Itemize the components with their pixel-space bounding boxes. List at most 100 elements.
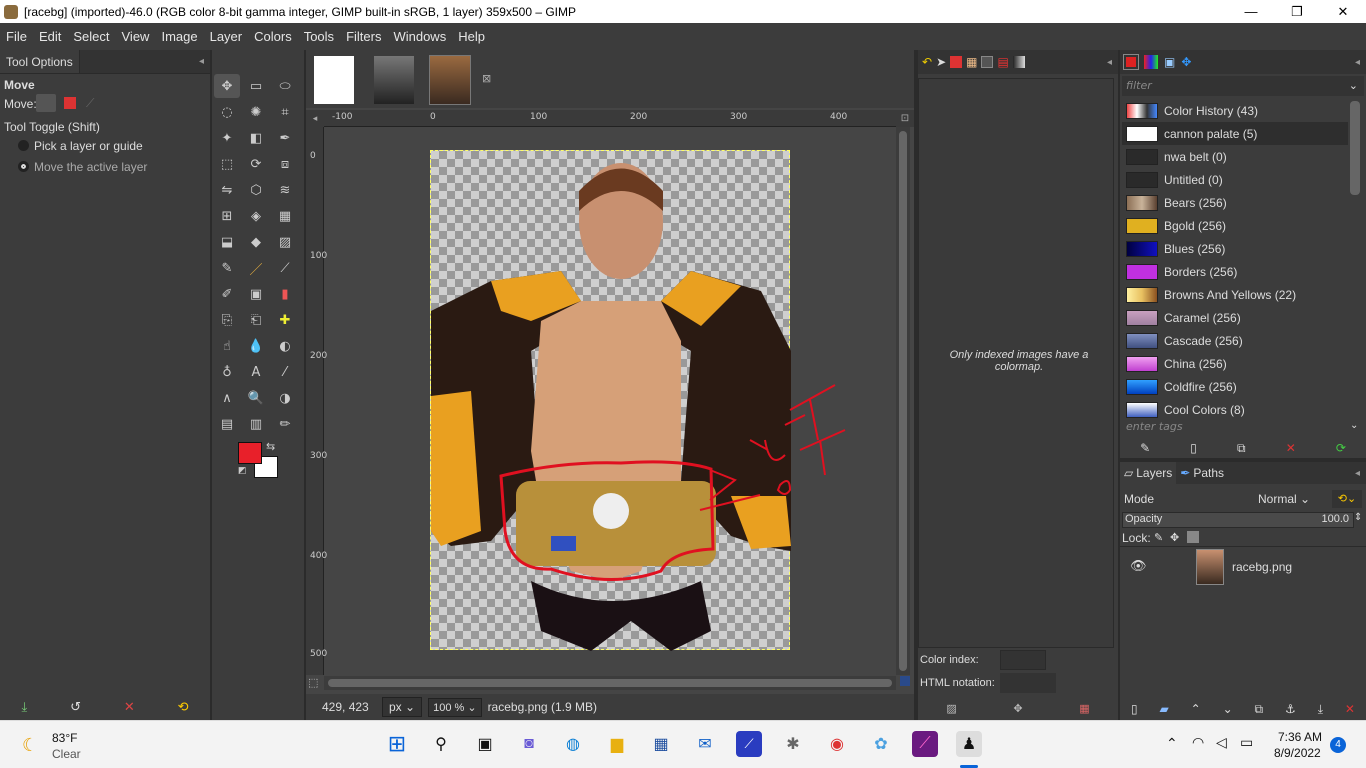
flip-tool-icon[interactable]: ⇋ — [214, 178, 240, 202]
palette-scroll-down-icon[interactable]: ⌄ — [1350, 420, 1358, 431]
image-tab-blank[interactable] — [314, 56, 354, 104]
warp-tool-icon[interactable]: ≋ — [272, 178, 298, 202]
quick-mask-icon[interactable]: ⬚ — [308, 676, 318, 689]
anchor-layer-icon[interactable]: ⚓ — [1285, 702, 1296, 716]
close-button[interactable]: ✕ — [1320, 0, 1366, 23]
show-hidden-icons-chevron[interactable]: ⌃ — [1166, 735, 1178, 752]
gradients-tab-icon[interactable] — [1012, 56, 1025, 68]
opacity-slider[interactable]: Opacity 100.0 — [1122, 512, 1354, 528]
text-tool-icon[interactable]: A — [243, 360, 269, 384]
edit-palette-icon[interactable]: ✎ — [1140, 441, 1150, 455]
images-tab-icon[interactable]: ▣ — [1164, 55, 1175, 69]
heal-tool-icon[interactable]: ⎗ — [243, 308, 269, 332]
save-preset-icon[interactable]: ⤓ — [21, 700, 27, 715]
gimp-alt-icon[interactable]: ✱ — [780, 731, 806, 757]
magic-wand-icon[interactable]: ✦ — [214, 126, 240, 150]
move-path-mode-icon[interactable]: ⟋ — [86, 96, 94, 111]
handle-transform-icon[interactable]: ◈ — [243, 204, 269, 228]
palettes-panel-menu-icon[interactable]: ◂ — [1355, 57, 1360, 68]
palette-list-scrollbar[interactable] — [1348, 99, 1362, 421]
radio-pick-layer[interactable] — [18, 140, 29, 151]
swap-colors-icon[interactable]: ⇆ — [266, 440, 275, 453]
palette-row[interactable]: Bgold (256) — [1122, 214, 1348, 237]
layers-panel-menu-icon[interactable]: ◂ — [1355, 468, 1360, 479]
rotate-tool-icon[interactable]: ⟳ — [243, 152, 269, 176]
layer-mode-switch-icon[interactable]: ⟲⌄ — [1332, 490, 1362, 508]
notification-badge[interactable]: 4 — [1330, 737, 1346, 753]
reset-preset-icon[interactable]: ⟲ — [178, 700, 189, 715]
ellipse-select-tool-icon[interactable]: ⬭ — [272, 74, 298, 98]
lock-position-icon[interactable]: ✥ — [1170, 531, 1179, 544]
color-index-spinner[interactable] — [1000, 650, 1046, 670]
volume-icon[interactable]: ◁ — [1216, 734, 1227, 751]
dodge-tool-icon[interactable]: ◐ — [272, 334, 298, 358]
clock-time[interactable]: 7:36 AM — [1278, 730, 1322, 744]
menu-help[interactable]: Help — [452, 29, 491, 44]
mypaint-brush-icon[interactable]: ✐ — [214, 282, 240, 306]
default-colors-icon[interactable]: ◩ — [238, 466, 247, 476]
palette-tags-input[interactable]: enter tags — [1122, 418, 1348, 436]
weather-temp[interactable]: 83°F — [52, 731, 77, 745]
menu-edit[interactable]: Edit — [33, 29, 67, 44]
eraser-icon[interactable]: ▮ — [272, 282, 298, 306]
undo-history-tab-icon[interactable]: ↶ — [922, 55, 932, 69]
paths-tool-icon[interactable]: ✒ — [272, 126, 298, 150]
layer-row[interactable]: 👁 racebg.png — [1120, 546, 1366, 586]
blur-tool-icon[interactable]: 💧 — [243, 334, 269, 358]
canvas-vertical-scrollbar[interactable] — [896, 127, 910, 675]
colormap-panel-menu-icon[interactable]: ◂ — [1107, 57, 1112, 68]
delete-preset-icon[interactable]: ✕ — [124, 700, 135, 715]
color-select-tool-icon[interactable]: ◧ — [243, 126, 269, 150]
paintbrush-icon[interactable]: ✎ — [214, 256, 240, 280]
clone-tool-icon[interactable]: ⎘ — [214, 308, 240, 332]
filmstrip-tool-icon[interactable]: ▥ — [243, 412, 269, 436]
rect-select-tool-icon[interactable]: ▭ — [243, 74, 269, 98]
palette-row[interactable]: Cascade (256) — [1122, 329, 1348, 352]
canvas-horizontal-scrollbar[interactable] — [324, 676, 896, 690]
fg-bg-tab-icon[interactable] — [1123, 54, 1139, 70]
heal-cross-icon[interactable]: ✚ — [272, 308, 298, 332]
palette-row[interactable]: Untitled (0) — [1122, 168, 1348, 191]
menu-colors[interactable]: Colors — [248, 29, 298, 44]
menu-windows[interactable]: Windows — [387, 29, 452, 44]
zoom-toggle-icon[interactable]: ⊡ — [896, 110, 914, 127]
add-color-icon[interactable]: ✥ — [1013, 702, 1022, 715]
palette-row[interactable]: Borders (256) — [1122, 260, 1348, 283]
canvas-vscroll-thumb[interactable] — [899, 131, 907, 671]
unit-select[interactable]: px ⌄ — [382, 697, 423, 717]
threshold-tool-icon[interactable]: ◑ — [272, 386, 298, 410]
palette-row[interactable]: Bears (256) — [1122, 191, 1348, 214]
tab-tool-options[interactable]: Tool Options — [0, 50, 80, 73]
image-thumb-tool-icon[interactable]: ▤ — [214, 412, 240, 436]
fuzzy-select-tool-icon[interactable]: ✺ — [243, 100, 269, 124]
bucket-fill-icon[interactable]: ◆ — [243, 230, 269, 254]
task-view-icon[interactable]: ▣ — [472, 731, 498, 757]
chat-icon[interactable]: ◙ — [516, 731, 542, 757]
new-layer-icon[interactable]: ▯ — [1131, 702, 1138, 716]
raise-layer-icon[interactable]: ⌃ — [1191, 702, 1201, 716]
colormap-tab-icon[interactable] — [981, 56, 994, 68]
dashboard-tab-icon[interactable]: ▤ — [997, 55, 1008, 69]
battery-icon[interactable]: ▭ — [1240, 734, 1253, 751]
palette-row[interactable]: Coldfire (256) — [1122, 375, 1348, 398]
start-windows-icon[interactable]: ⊞ — [384, 731, 410, 757]
free-select-tool-icon[interactable]: ◌ — [214, 100, 240, 124]
delete-layer-icon[interactable]: ✕ — [1345, 702, 1355, 716]
menu-select[interactable]: Select — [67, 29, 115, 44]
pointer-tab-icon[interactable]: ➤ — [936, 55, 946, 69]
refresh-palettes-icon[interactable]: ⟳ — [1336, 441, 1346, 455]
image-tool-icon[interactable]: ▣ — [243, 282, 269, 306]
histogram-tab-icon[interactable]: ▦ — [966, 55, 977, 69]
file-explorer-icon[interactable]: ▆ — [604, 731, 630, 757]
grid-tool-icon[interactable]: ⊞ — [214, 204, 240, 228]
app-icon-globe[interactable]: ✿ — [868, 731, 894, 757]
menu-view[interactable]: View — [116, 29, 156, 44]
move-tool-icon[interactable]: ✥ — [214, 74, 240, 98]
move-layer-mode-icon[interactable] — [36, 94, 56, 112]
layer-visibility-eye-icon[interactable]: 👁 — [1130, 559, 1196, 574]
palette-row[interactable]: Caramel (256) — [1122, 306, 1348, 329]
zoom-tool-icon[interactable]: 🔍 — [243, 386, 269, 410]
pencil-icon[interactable]: ／ — [243, 256, 269, 280]
merge-layer-icon[interactable]: ⤓ — [1318, 702, 1323, 717]
unified-transform-icon[interactable]: ⬚ — [214, 152, 240, 176]
